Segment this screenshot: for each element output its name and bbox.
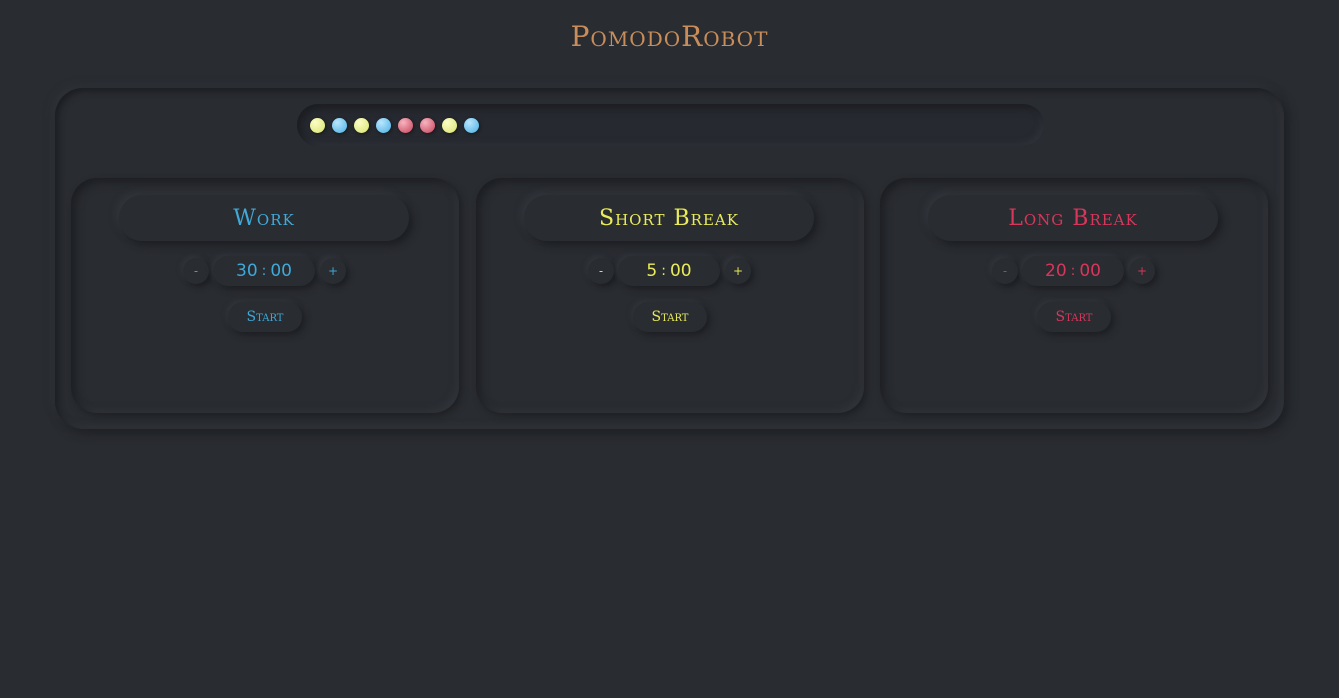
work-timer-title: Work — [119, 195, 409, 241]
app-title: PomodoRobot — [570, 20, 769, 53]
short-break-time-separator: : — [661, 263, 666, 279]
long-break-start-button[interactable]: Start — [1037, 302, 1111, 332]
work-start-button[interactable]: Start — [228, 302, 302, 332]
long-break-decrement-button[interactable]: - — [992, 258, 1018, 284]
work-time-separator: : — [261, 263, 267, 279]
work-time-display: 30 : 00 — [213, 256, 315, 286]
long-break-timer-title: Long Break — [928, 195, 1218, 241]
short-break-start-button[interactable]: Start — [633, 302, 707, 332]
work-decrement-button[interactable]: - — [183, 258, 209, 284]
session-dot-short-break — [354, 117, 369, 133]
short-break-increment-button[interactable]: + — [725, 258, 751, 284]
long-break-time-separator: : — [1070, 263, 1076, 279]
session-history-bar — [297, 104, 1044, 146]
session-dot-long-break — [420, 117, 435, 133]
long-break-seconds: 00 — [1079, 261, 1101, 281]
short-break-timer-card: Short Break - 5 : 00 + Start — [476, 178, 864, 413]
short-break-seconds: 00 — [669, 261, 692, 281]
session-dot-work — [376, 117, 391, 133]
work-timer-card: Work - 30 : 00 + Start — [71, 178, 459, 413]
short-break-timer-title: Short Break — [524, 195, 814, 241]
session-dot-work — [464, 117, 479, 133]
session-dot-short-break — [310, 117, 325, 133]
long-break-minutes: 20 — [1045, 261, 1067, 281]
short-break-decrement-button[interactable]: - — [588, 258, 614, 284]
work-minutes: 30 — [236, 261, 258, 281]
session-dot-short-break — [442, 117, 457, 133]
work-increment-button[interactable]: + — [320, 258, 346, 284]
long-break-time-display: 20 : 00 — [1022, 256, 1124, 286]
short-break-minutes: 5 — [646, 261, 658, 281]
session-dot-work — [332, 117, 347, 133]
short-break-time-display: 5 : 00 — [618, 256, 720, 286]
long-break-increment-button[interactable]: + — [1129, 258, 1155, 284]
long-break-timer-card: Long Break - 20 : 00 + Start — [880, 178, 1268, 413]
session-dot-long-break — [398, 117, 413, 133]
work-seconds: 00 — [270, 261, 292, 281]
